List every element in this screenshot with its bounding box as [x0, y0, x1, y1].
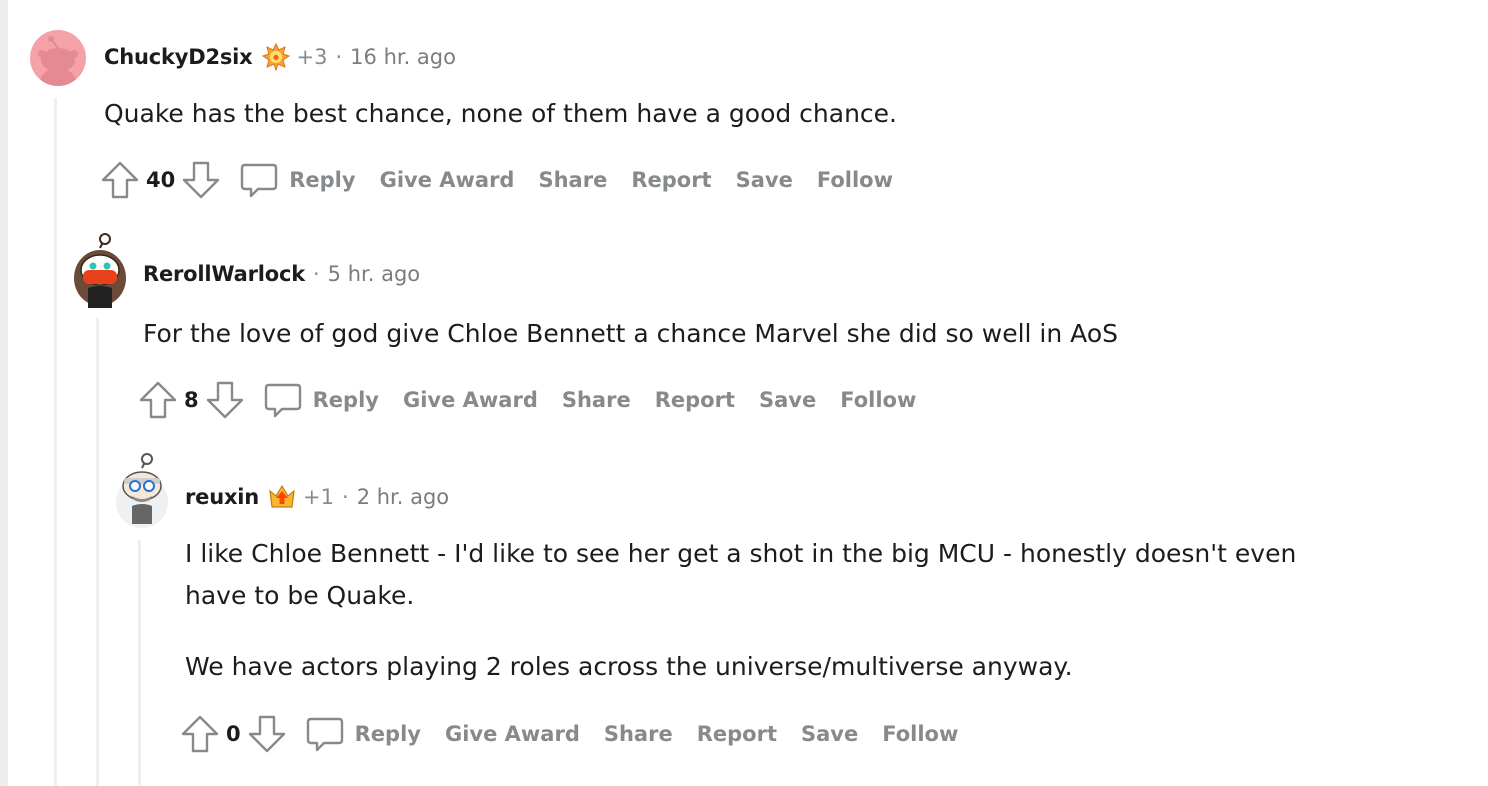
share-button[interactable]: Share [562, 388, 631, 412]
give-award-button[interactable]: Give Award [403, 388, 538, 412]
comment-timestamp[interactable]: 16 hr. ago [350, 45, 456, 69]
comment-actions: 0 Reply Give Award Share Report Save Fol… [180, 712, 958, 756]
thread-line-level-3[interactable] [138, 540, 141, 786]
save-button[interactable]: Save [801, 722, 858, 746]
upvote-arrow-icon[interactable] [180, 714, 220, 754]
report-button[interactable]: Report [697, 722, 777, 746]
give-award-button[interactable]: Give Award [380, 168, 515, 192]
reply-button[interactable]: Reply [239, 160, 356, 200]
comment-meta: ChuckyD2six +3 · 16 hr. ago [104, 42, 456, 72]
username-link[interactable]: ChuckyD2six [104, 45, 253, 69]
share-button[interactable]: Share [604, 722, 673, 746]
upvote-arrow-icon[interactable] [138, 380, 178, 420]
comment-bubble-icon [305, 714, 345, 754]
follow-button[interactable]: Follow [882, 722, 958, 746]
reply-label: Reply [354, 722, 421, 746]
vote-count: 0 [226, 722, 241, 746]
reply-button[interactable]: Reply [263, 380, 379, 420]
comment-paragraph: Quake has the best chance, none of them … [104, 99, 898, 128]
comment-paragraph-line: have to be Quake. [185, 581, 415, 610]
thread-line-level-2[interactable] [96, 318, 99, 786]
thread-line-level-1[interactable] [54, 98, 57, 786]
comment-meta: reuxin +1 · 2 hr. ago [185, 482, 449, 512]
comment-paragraph-line: I like Chloe Bennett - I'd like to see h… [185, 539, 1297, 568]
snoo-red-mask-avatar-icon[interactable] [70, 232, 130, 308]
upvote-arrow-icon[interactable] [100, 160, 140, 200]
downvote-arrow-icon[interactable] [247, 714, 287, 754]
reply-label: Reply [312, 388, 379, 412]
comment-body: I like Chloe Bennett - I'd like to see h… [185, 533, 1296, 688]
give-award-button[interactable]: Give Award [445, 722, 580, 746]
vote-count: 8 [184, 388, 199, 412]
comment-body: For the love of god give Chloe Bennett a… [143, 313, 1118, 355]
page-left-edge [0, 0, 8, 786]
comment-paragraph: For the love of god give Chloe Bennett a… [143, 319, 1118, 348]
comment-timestamp[interactable]: 5 hr. ago [328, 262, 420, 286]
reply-button[interactable]: Reply [305, 714, 421, 754]
snoo-default-avatar-icon[interactable] [30, 30, 86, 86]
comment-bubble-icon [263, 380, 303, 420]
username-link[interactable]: RerollWarlock [143, 262, 305, 286]
flaming-award-icon[interactable] [261, 42, 291, 72]
comment-timestamp[interactable]: 2 hr. ago [357, 485, 449, 509]
separator-dot: · [335, 45, 343, 69]
comment-bubble-icon [239, 160, 279, 200]
comment-paragraph: We have actors playing 2 roles across th… [185, 652, 1073, 681]
comment-body: Quake has the best chance, none of them … [104, 93, 897, 135]
save-button[interactable]: Save [759, 388, 816, 412]
report-button[interactable]: Report [631, 168, 711, 192]
follow-button[interactable]: Follow [840, 388, 916, 412]
upvote-award-icon[interactable] [267, 482, 297, 512]
share-button[interactable]: Share [538, 168, 607, 192]
username-link[interactable]: reuxin [185, 485, 259, 509]
comment-actions: 8 Reply Give Award Share Report Save Fol… [138, 378, 916, 422]
separator-dot: · [342, 485, 349, 509]
reply-label: Reply [289, 168, 356, 192]
report-button[interactable]: Report [655, 388, 735, 412]
separator-dot: · [312, 262, 320, 286]
award-count: +3 [296, 45, 328, 69]
vote-count: 40 [146, 168, 176, 192]
comment-actions: 40 Reply Give Award Share Report Save Fo… [100, 158, 893, 202]
downvote-arrow-icon[interactable] [181, 160, 221, 200]
downvote-arrow-icon[interactable] [205, 380, 245, 420]
save-button[interactable]: Save [736, 168, 793, 192]
snoo-glasses-avatar-icon[interactable] [112, 452, 172, 528]
comment-meta: RerollWarlock · 5 hr. ago [143, 262, 420, 286]
award-count: +1 [303, 485, 335, 509]
follow-button[interactable]: Follow [817, 168, 893, 192]
